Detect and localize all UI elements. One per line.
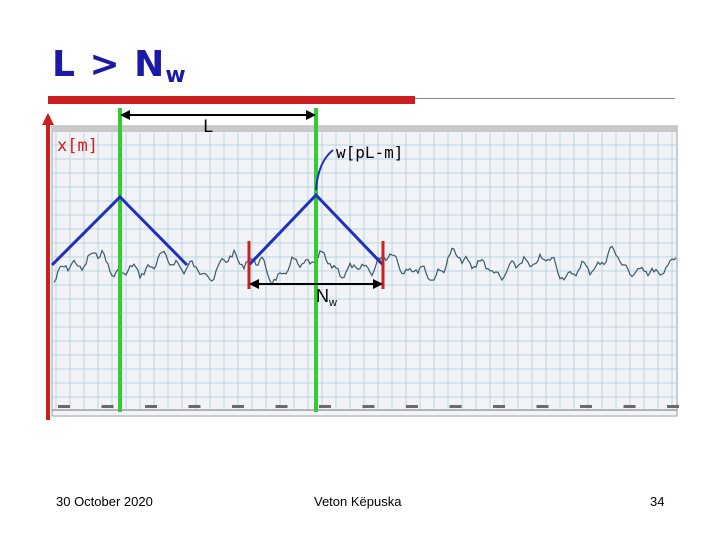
axis-tick-mark [58,405,70,408]
shift-label: L [203,117,214,137]
axis-tick-mark [232,405,244,408]
axis-tick-mark [362,405,375,408]
footer-author: Veton Këpuska [314,494,402,509]
axis-tick-mark [449,405,462,408]
axis-tick-mark [536,405,549,408]
footer-page-number: 34 [650,494,665,509]
window-label: w[pL-m] [336,143,404,162]
axis-tick-mark [406,405,418,408]
axis-tick-mark [580,405,592,408]
plot-top-border [52,126,677,132]
window-length-label: Nw [316,286,337,309]
axis-tick-mark [101,405,114,408]
window-length-label-sub: w [329,297,337,309]
axis-tick-mark [275,405,288,408]
axis-tick-mark [493,405,505,408]
axis-tick-mark [188,405,201,408]
window-length-label-main: N [316,286,329,306]
windowing-diagram [42,108,679,420]
axis-tick-mark [623,405,636,408]
axis-tick-mark [667,405,679,408]
time-axis-ticks [58,405,679,408]
axis-tick-mark [145,405,157,408]
signal-label: x[m] [57,136,98,156]
footer-date: 30 October 2020 [56,494,153,509]
axis-tick-mark [319,405,331,408]
